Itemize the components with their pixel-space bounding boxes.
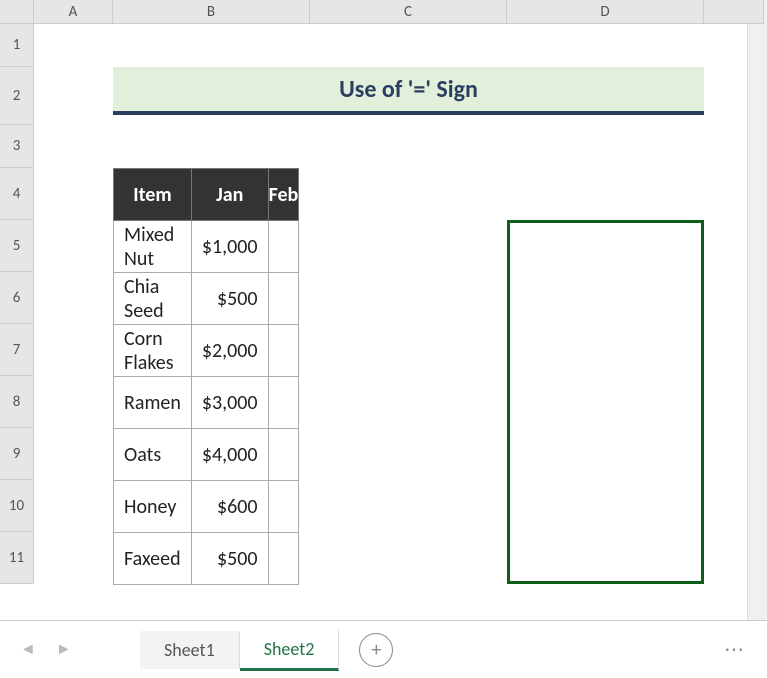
row-header-7[interactable]: 7 xyxy=(0,324,34,376)
col-header-e[interactable] xyxy=(704,0,764,24)
cell-item[interactable]: Mixed Nut xyxy=(114,221,192,273)
cell-item[interactable]: Ramen xyxy=(114,377,192,429)
cell-jan[interactable]: $2,000 xyxy=(191,325,268,377)
table-header-row: Item Jan Feb xyxy=(114,169,299,221)
sheet-tab-bar: ◄ ► Sheet1 Sheet2 + ⋯ xyxy=(0,620,767,678)
row-header-5[interactable]: 5 xyxy=(0,220,34,272)
tab-overflow-icon[interactable]: ⋯ xyxy=(724,637,747,662)
row-header-1[interactable]: 1 xyxy=(0,24,34,67)
row-headers: 1 2 3 4 5 6 7 8 9 10 11 xyxy=(0,24,34,584)
row-header-9[interactable]: 9 xyxy=(0,428,34,480)
header-item[interactable]: Item xyxy=(114,169,192,221)
row-header-10[interactable]: 10 xyxy=(0,480,34,532)
col-header-a[interactable]: A xyxy=(34,0,113,24)
add-sheet-button[interactable]: + xyxy=(359,633,393,667)
row-header-8[interactable]: 8 xyxy=(0,376,34,428)
cell-item[interactable]: Honey xyxy=(114,481,192,533)
table-row: Faxeed $500 xyxy=(114,533,299,585)
col-header-d[interactable]: D xyxy=(507,0,704,24)
spreadsheet-grid: A B C D 1 2 3 4 5 6 7 8 9 10 11 Use of '… xyxy=(0,0,767,620)
cell-item[interactable]: Faxeed xyxy=(114,533,192,585)
cell-feb[interactable] xyxy=(268,481,299,533)
column-headers: A B C D xyxy=(0,0,764,24)
sheet-tab-2[interactable]: Sheet2 xyxy=(240,630,340,671)
cell-item[interactable]: Oats xyxy=(114,429,192,481)
nav-next-icon[interactable]: ► xyxy=(56,640,72,659)
cell-jan[interactable]: $3,000 xyxy=(191,377,268,429)
cell-feb[interactable] xyxy=(268,325,299,377)
cell-feb[interactable] xyxy=(268,273,299,325)
cell-jan[interactable]: $600 xyxy=(191,481,268,533)
row-header-11[interactable]: 11 xyxy=(0,532,34,584)
cell-feb[interactable] xyxy=(268,429,299,481)
cell-jan[interactable]: $1,000 xyxy=(191,221,268,273)
row-header-3[interactable]: 3 xyxy=(0,125,34,168)
col-header-b[interactable]: B xyxy=(113,0,310,24)
table-row: Corn Flakes $2,000 xyxy=(114,325,299,377)
cell-item[interactable]: Chia Seed xyxy=(114,273,192,325)
cell-feb[interactable] xyxy=(268,221,299,273)
row-header-4[interactable]: 4 xyxy=(0,168,34,220)
cell-feb[interactable] xyxy=(268,533,299,585)
sheet-tab-1[interactable]: Sheet1 xyxy=(140,631,240,669)
vertical-scrollbar[interactable] xyxy=(747,0,767,620)
col-header-c[interactable]: C xyxy=(310,0,507,24)
title-banner[interactable]: Use of '=' Sign xyxy=(113,67,704,115)
cell-jan[interactable]: $500 xyxy=(191,533,268,585)
table-row: Ramen $3,000 xyxy=(114,377,299,429)
selection-outline xyxy=(507,220,704,584)
header-feb[interactable]: Feb xyxy=(268,169,299,221)
data-table: Item Jan Feb Mixed Nut $1,000 Chia Seed … xyxy=(113,168,299,585)
cell-feb[interactable] xyxy=(268,377,299,429)
table-row: Mixed Nut $1,000 xyxy=(114,221,299,273)
cell-item[interactable]: Corn Flakes xyxy=(114,325,192,377)
table-row: Oats $4,000 xyxy=(114,429,299,481)
table-row: Chia Seed $500 xyxy=(114,273,299,325)
cell-jan[interactable]: $500 xyxy=(191,273,268,325)
header-jan[interactable]: Jan xyxy=(191,169,268,221)
row-header-2[interactable]: 2 xyxy=(0,67,34,125)
nav-prev-icon[interactable]: ◄ xyxy=(20,640,36,659)
sheet-nav-arrows: ◄ ► xyxy=(20,640,72,659)
table-row: Honey $600 xyxy=(114,481,299,533)
cell-jan[interactable]: $4,000 xyxy=(191,429,268,481)
select-all-corner[interactable] xyxy=(0,0,34,24)
row-header-6[interactable]: 6 xyxy=(0,272,34,324)
plus-icon: + xyxy=(371,638,381,662)
